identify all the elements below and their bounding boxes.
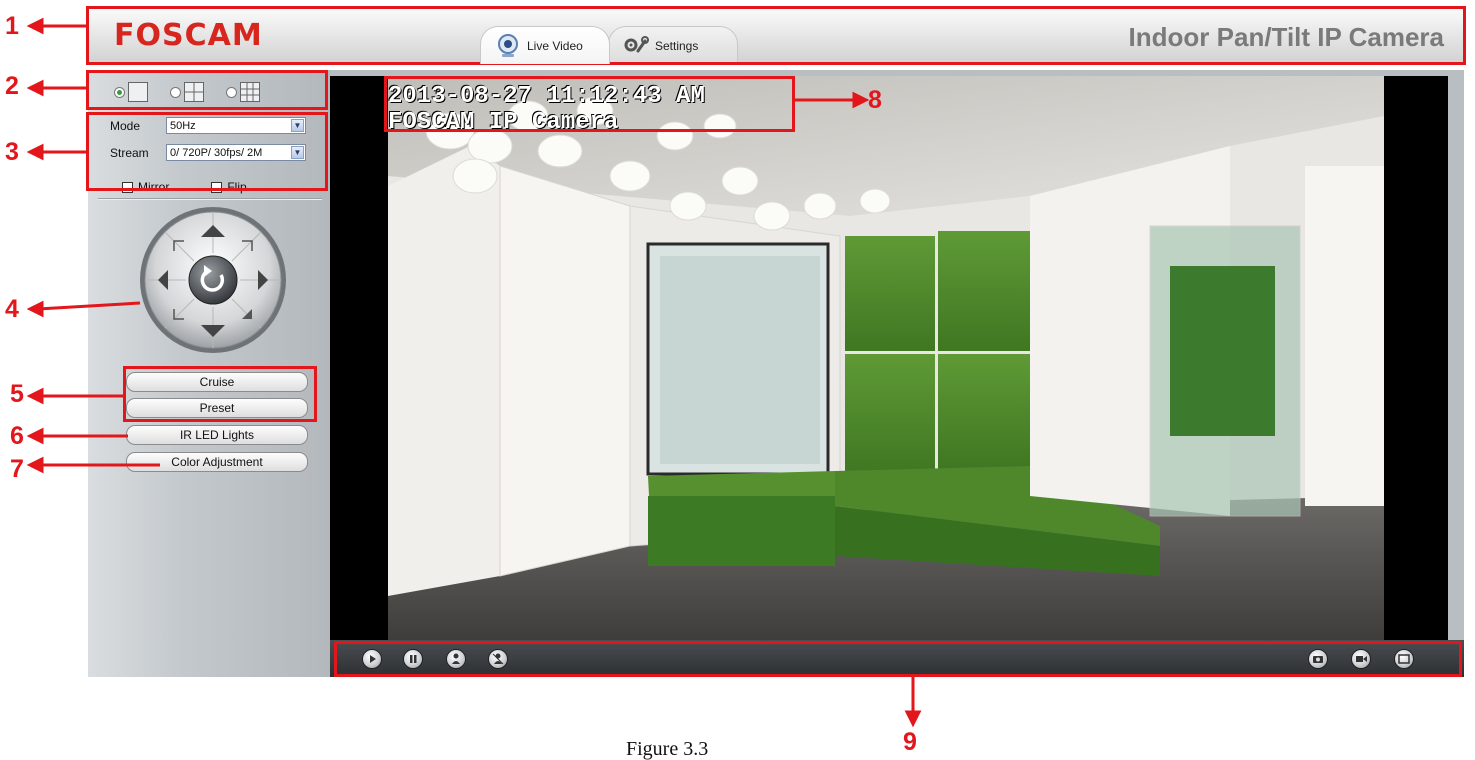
callout-number-1: 1	[5, 12, 19, 40]
callout-number-9: 9	[903, 728, 917, 756]
live-video-area: 2013-08-27 11:12:43 AM FOSCAM IP Camera	[330, 70, 1464, 677]
callout-number-2: 2	[5, 72, 19, 100]
callout-number-7: 7	[10, 455, 24, 483]
divider	[98, 198, 322, 199]
callout-box-2	[86, 70, 328, 110]
callout-number-4: 4	[5, 295, 19, 323]
ptz-direction-pad[interactable]	[138, 205, 288, 355]
webcam-icon	[495, 33, 521, 59]
figure: FOSCAM Live Video Settings Indoor Pan/Ti…	[0, 0, 1475, 760]
tab-live-video[interactable]: Live Video	[480, 26, 610, 64]
callout-number-8: 8	[868, 86, 882, 114]
tab-label: Live Video	[527, 38, 583, 53]
color-adjustment-button[interactable]: Color Adjustment	[126, 452, 308, 472]
callout-box-5	[123, 366, 317, 422]
ir-led-lights-button[interactable]: IR LED Lights	[126, 425, 308, 445]
osd-overlay: 2013-08-27 11:12:43 AM FOSCAM IP Camera	[388, 84, 705, 136]
callout-number-6: 6	[10, 422, 24, 450]
camera-image	[330, 76, 1448, 640]
callout-number-5: 5	[10, 380, 24, 408]
video-frame[interactable]: 2013-08-27 11:12:43 AM FOSCAM IP Camera	[330, 76, 1448, 640]
osd-datetime: 2013-08-27 11:12:43 AM	[388, 83, 705, 110]
callout-box-9	[334, 641, 1462, 677]
osd-camera-name: FOSCAM IP Camera	[388, 109, 619, 136]
callout-box-3	[86, 112, 328, 191]
callout-box-1	[86, 6, 1466, 65]
figure-caption: Figure 3.3	[626, 738, 709, 760]
callout-number-3: 3	[5, 138, 19, 166]
